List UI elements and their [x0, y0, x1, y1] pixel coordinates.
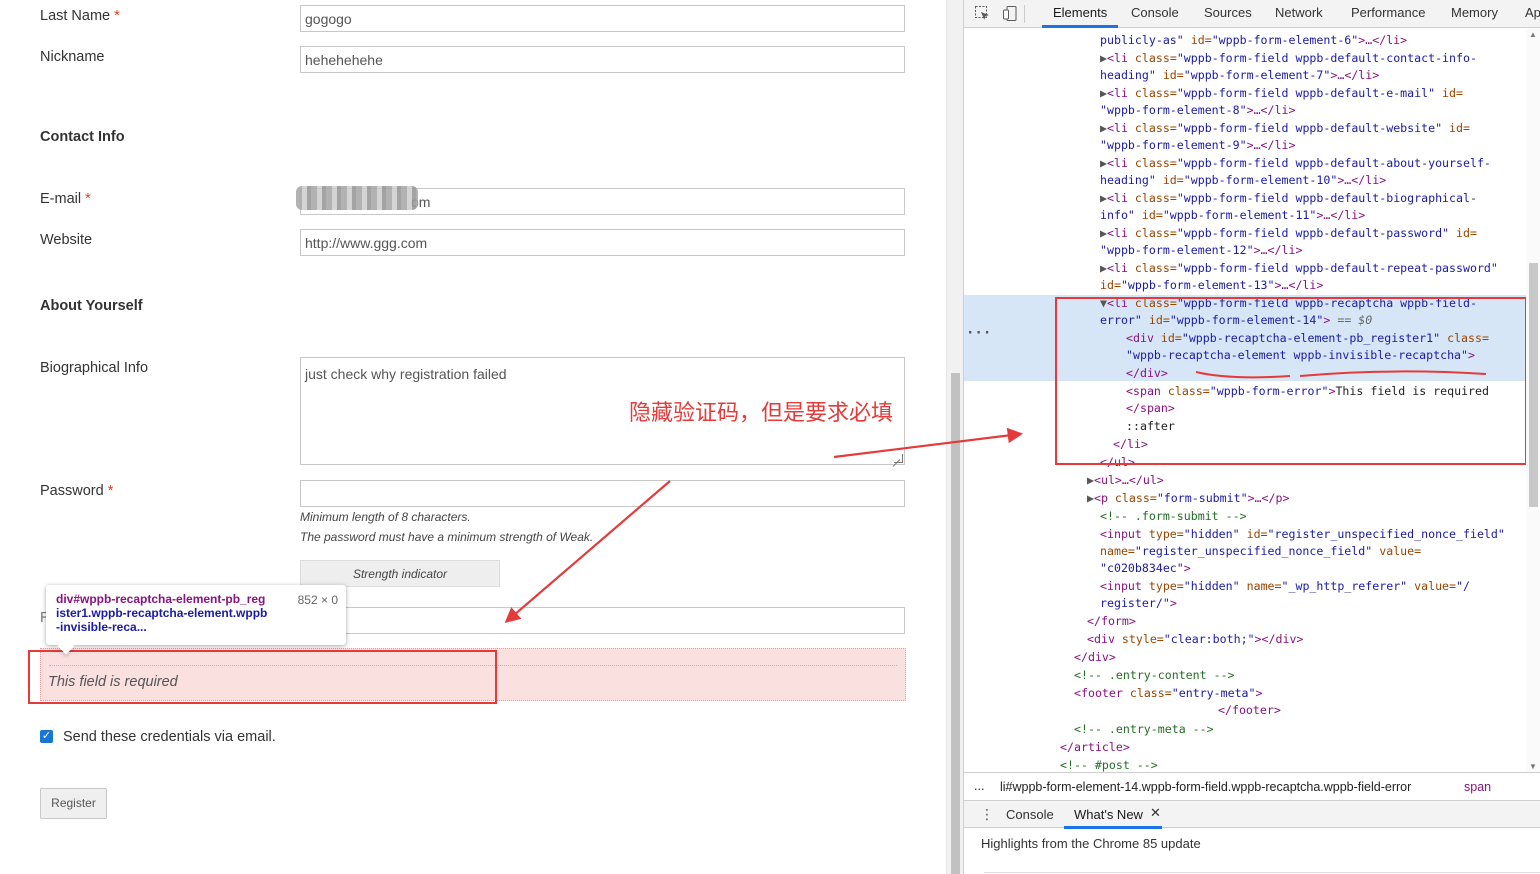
dom-line[interactable]: <!-- .form-submit -->	[1100, 508, 1247, 525]
tab-sources[interactable]: Sources	[1204, 5, 1252, 20]
divider	[1024, 5, 1025, 23]
dom-line[interactable]: <!-- .entry-meta -->	[1074, 721, 1214, 738]
drawer-tab-console[interactable]: Console	[1006, 807, 1054, 822]
tooltip-selector-3: -invisible-reca...	[56, 620, 147, 634]
dom-line[interactable]: ▶<li class="wppb-form-field wppb-default…	[1100, 190, 1477, 207]
dom-line[interactable]: </footer>	[1218, 702, 1281, 719]
dom-line[interactable]: "wppb-form-element-12">…</li>	[1100, 242, 1302, 259]
dom-line[interactable]: heading" id="wppb-form-element-7">…</li>	[1100, 67, 1379, 84]
active-tab-indicator	[1064, 826, 1162, 829]
divider	[984, 872, 1540, 873]
dom-line[interactable]: </div>	[1074, 649, 1116, 666]
last-name-label: Last Name *	[40, 8, 120, 24]
scroll-down-icon[interactable]: ▼	[1529, 762, 1537, 771]
tooltip-selector-2: ister1.wppb-recaptcha-element.wppb	[56, 606, 268, 620]
dom-line[interactable]: </form>	[1087, 613, 1136, 630]
tab-elements[interactable]: Elements	[1053, 5, 1107, 20]
tab-console[interactable]: Console	[1131, 5, 1179, 20]
dom-line[interactable]: <!-- .entry-content -->	[1074, 667, 1235, 684]
devtools-panel: Elements Console Sources Network Perform…	[963, 0, 1540, 874]
more-options-icon[interactable]: ···	[966, 325, 991, 341]
dom-line[interactable]: "c020b834ec">	[1100, 560, 1191, 577]
tooltip-dimensions: 852 × 0	[297, 593, 338, 607]
dom-line[interactable]: register/">	[1100, 595, 1177, 612]
website-input[interactable]: http://www.ggg.com	[300, 229, 905, 256]
tab-network[interactable]: Network	[1275, 5, 1323, 20]
dom-tree[interactable]: ··· publicly-as" id="wppb-form-element-6…	[964, 29, 1526, 772]
dom-line[interactable]: publicly-as" id="wppb-form-element-6">…<…	[1100, 32, 1407, 49]
dom-line[interactable]: ▶<li class="wppb-form-field wppb-default…	[1100, 225, 1477, 242]
device-toolbar-icon[interactable]	[1002, 5, 1019, 22]
dom-line[interactable]: <input type="hidden" id="register_unspec…	[1100, 526, 1505, 543]
close-icon[interactable]: ✕	[1150, 805, 1161, 821]
kebab-menu-icon[interactable]: ⋮	[980, 806, 994, 823]
register-button[interactable]: Register	[40, 788, 107, 819]
annotation-text: 隐藏验证码，但是要求必填	[629, 401, 894, 426]
password-input[interactable]	[300, 480, 905, 507]
last-name-input[interactable]: gogogo	[300, 5, 905, 32]
dom-line[interactable]: ▶<li class="wppb-form-field wppb-default…	[1100, 85, 1463, 102]
tab-performance[interactable]: Performance	[1351, 5, 1425, 20]
tab-memory[interactable]: Memory	[1451, 5, 1498, 20]
website-label: Website	[40, 232, 93, 248]
tab-application[interactable]: Ap	[1525, 5, 1540, 20]
dom-line[interactable]: ▶<li class="wppb-form-field wppb-default…	[1100, 155, 1491, 172]
send-credentials-checkbox[interactable]: ✓	[40, 730, 53, 743]
registration-page: Last Name * gogogo Nickname hehehehehe C…	[0, 0, 946, 874]
strength-indicator: Strength indicator	[300, 560, 500, 587]
breadcrumb: ... li#wppb-form-element-14.wppb-form-fi…	[964, 772, 1540, 800]
tooltip-selector-1: div#wppb-recaptcha-element-pb_reg	[56, 592, 266, 606]
send-credentials-label: Send these credentials via email.	[63, 729, 276, 745]
nickname-input[interactable]: hehehehehe	[300, 46, 905, 73]
password-hint-length: Minimum length of 8 characters.	[300, 510, 471, 524]
dom-highlight-box	[1055, 297, 1526, 465]
devtools-tabbar: Elements Console Sources Network Perform…	[964, 0, 1540, 28]
devtools-drawer-tabbar: ⋮ Console What's New ✕	[964, 800, 1540, 829]
dom-line[interactable]: info" id="wppb-form-element-11">…</li>	[1100, 207, 1365, 224]
dom-line[interactable]: heading" id="wppb-form-element-10">…</li…	[1100, 172, 1386, 189]
password-label: Password *	[40, 483, 114, 499]
repeat-password-input[interactable]	[300, 607, 905, 634]
dom-line[interactable]: </article>	[1060, 739, 1130, 756]
breadcrumb-item-span[interactable]: span	[1464, 780, 1491, 794]
about-yourself-heading: About Yourself	[40, 298, 143, 314]
scroll-up-icon[interactable]: ▲	[1529, 30, 1537, 39]
dom-line[interactable]: ▶<li class="wppb-form-field wppb-default…	[1100, 260, 1498, 277]
page-scroll-thumb[interactable]	[951, 373, 960, 874]
dom-line[interactable]: <!-- #post -->	[1060, 757, 1158, 772]
email-redaction	[296, 186, 418, 210]
dom-line[interactable]: <div style="clear:both;"></div>	[1087, 631, 1303, 648]
nickname-label: Nickname	[40, 49, 105, 65]
dom-line[interactable]: ▶<ul>…</ul>	[1087, 472, 1164, 489]
dom-line[interactable]: "wppb-form-element-9">…</li>	[1100, 137, 1295, 154]
bio-text: just check why registration failed	[305, 366, 507, 382]
dom-line[interactable]: ▶<li class="wppb-form-field wppb-default…	[1100, 120, 1470, 137]
dom-line[interactable]: name="register_unspecified_nonce_field" …	[1100, 543, 1421, 560]
password-hint-strength: The password must have a minimum strengt…	[300, 530, 594, 544]
dom-line[interactable]: <footer class="entry-meta">	[1074, 685, 1263, 702]
bio-label: Biographical Info	[40, 360, 149, 376]
dom-scrollbar[interactable]: ▲ ▼	[1526, 29, 1540, 772]
dom-scroll-thumb[interactable]	[1529, 263, 1538, 507]
breadcrumb-item-li[interactable]: li#wppb-form-element-14.wppb-form-field.…	[1000, 780, 1411, 794]
error-highlight-box	[28, 650, 497, 704]
drawer-tab-whats-new[interactable]: What's New	[1074, 807, 1143, 822]
inspect-cursor-icon[interactable]	[974, 5, 991, 22]
dom-line[interactable]: "wppb-form-element-8">…</li>	[1100, 102, 1295, 119]
active-tab-indicator	[1042, 25, 1118, 28]
contact-info-heading: Contact Info	[40, 129, 125, 145]
resize-grip-icon[interactable]	[894, 454, 903, 463]
dom-line[interactable]: id="wppb-form-element-13">…</li>	[1100, 277, 1323, 294]
dom-line[interactable]: <input type="hidden" name="_wp_http_refe…	[1100, 578, 1470, 595]
breadcrumb-overflow[interactable]: ...	[974, 779, 984, 793]
dom-line[interactable]: ▶<p class="form-submit">…</p>	[1087, 490, 1289, 507]
whats-new-content: Highlights from the Chrome 85 update	[981, 836, 1201, 851]
email-label: E-mail *	[40, 191, 91, 207]
element-inspect-tooltip: div#wppb-recaptcha-element-pb_reg ister1…	[46, 585, 346, 645]
dom-line[interactable]: ▶<li class="wppb-form-field wppb-default…	[1100, 50, 1477, 67]
page-scrollbar[interactable]	[946, 0, 963, 874]
